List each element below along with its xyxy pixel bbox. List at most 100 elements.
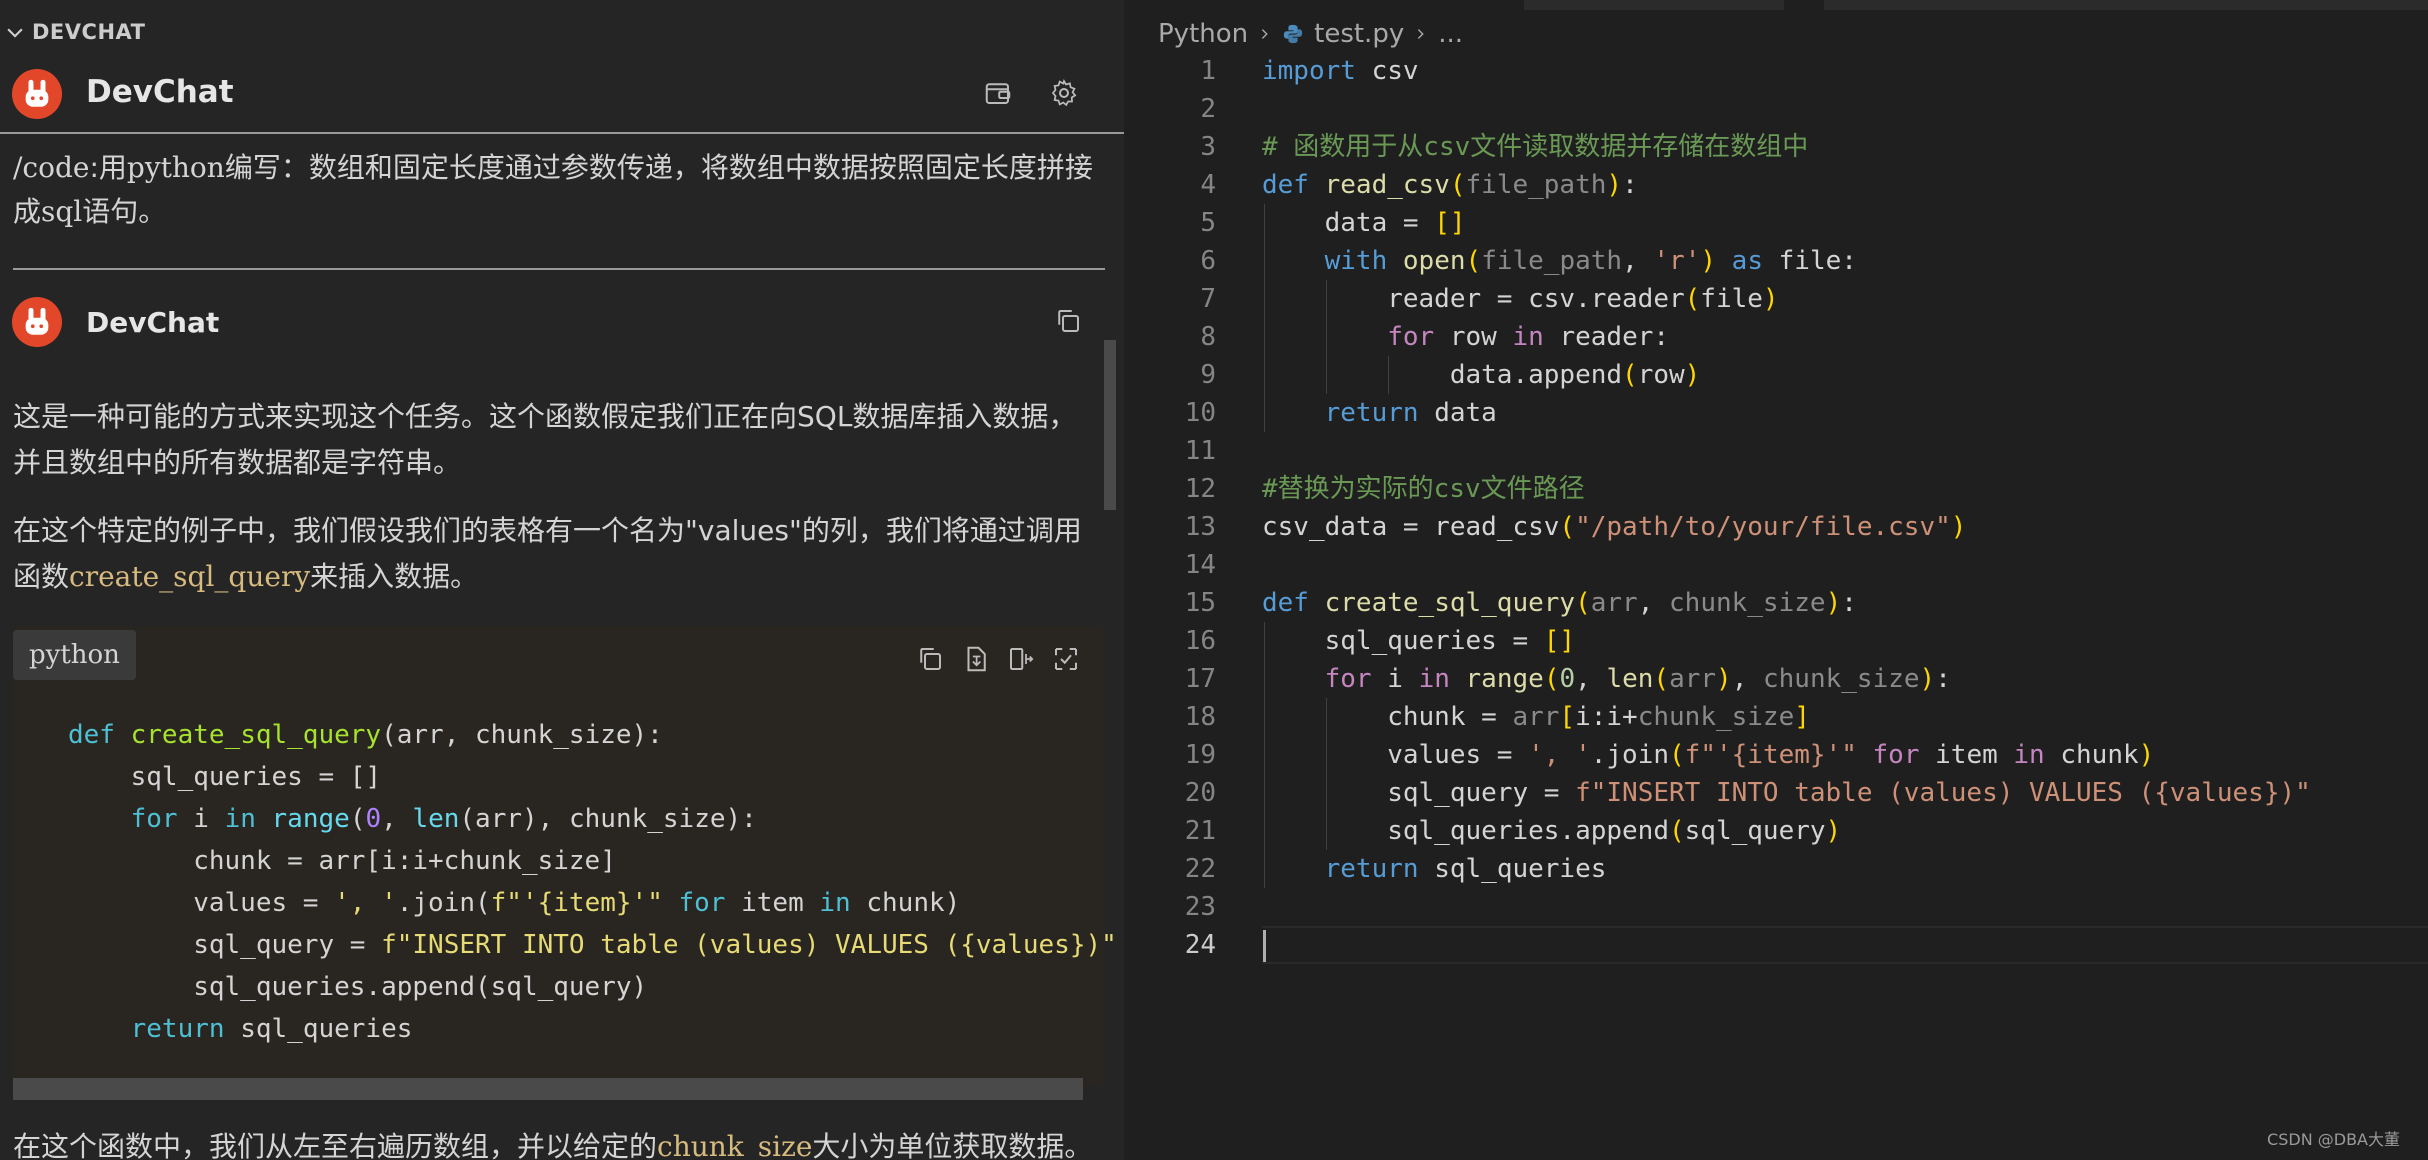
editor-line[interactable]: def create_sql_query(arr, chunk_size): bbox=[1262, 584, 2311, 622]
horizontal-scrollbar[interactable] bbox=[13, 1078, 1083, 1100]
editor-line[interactable]: sql_queries.append(sql_query) bbox=[1262, 812, 2311, 850]
editor-line[interactable]: #替换为实际的csv文件路径 bbox=[1262, 470, 2311, 508]
header-title: DevChat bbox=[86, 74, 234, 110]
editor-line[interactable]: data.append(row) bbox=[1262, 356, 2311, 394]
editor-line[interactable]: reader = csv.reader(file) bbox=[1262, 280, 2311, 318]
devchat-avatar bbox=[12, 69, 62, 119]
breadcrumb-item-more[interactable]: ... bbox=[1438, 19, 1463, 49]
para-text: 在这个函数中，我们从左至右遍历数组，并以给定的 bbox=[13, 1130, 658, 1160]
message-text: sql bbox=[41, 195, 83, 228]
line-number: 21 bbox=[1184, 816, 1216, 846]
editor-line[interactable]: return sql_queries bbox=[1262, 850, 2311, 888]
line-number: 20 bbox=[1184, 778, 1216, 808]
editor-line[interactable]: values = ', '.join(f"'{item}'" for item … bbox=[1262, 736, 2311, 774]
chevron-right-icon bbox=[1262, 29, 1268, 39]
code-line: def create_sql_query(arr, chunk_size): bbox=[68, 720, 663, 750]
inline-code: create_sql_query bbox=[69, 560, 311, 593]
code-line: for i in range(0, len(arr), chunk_size): bbox=[130, 804, 757, 834]
line-number-gutter[interactable]: 1 2 3 4 5 6 7 8 9 10 11 12 13 14 15 16 17 18 19 20 21 22 23 24 bbox=[1124, 52, 1216, 964]
editor-line[interactable]: for row in reader: bbox=[1262, 318, 2311, 356]
line-number: 5 bbox=[1200, 208, 1216, 238]
line-number: 2 bbox=[1200, 94, 1216, 124]
code-editor[interactable]: Python test.py ... 1 2 3 4 5 6 7 8 9 10 11 12 13 14 15… bbox=[1124, 0, 2428, 1160]
text-cursor bbox=[1263, 930, 1266, 962]
editor-line[interactable]: sql_query = f"INSERT INTO table (values)… bbox=[1262, 774, 2311, 812]
editor-line[interactable]: with open(file_path, 'r') as file: bbox=[1262, 242, 2311, 280]
command-text: /code bbox=[13, 151, 90, 184]
line-number: 7 bbox=[1200, 284, 1216, 314]
message-text: python bbox=[126, 151, 225, 184]
chevron-right-icon bbox=[1418, 29, 1424, 39]
gear-icon[interactable] bbox=[1049, 78, 1079, 108]
reply-paragraph: 在这个特定的例子中，我们假设我们的表格有一个名为"values"的列，我们将通过… bbox=[13, 508, 1103, 600]
code-language-tag: python bbox=[13, 630, 136, 680]
line-number: 4 bbox=[1200, 170, 1216, 200]
line-number: 23 bbox=[1184, 892, 1216, 922]
header-divider bbox=[0, 132, 1124, 134]
vertical-scrollbar[interactable] bbox=[1104, 340, 1116, 510]
line-number: 3 bbox=[1200, 132, 1216, 162]
line-number: 6 bbox=[1200, 246, 1216, 276]
copy-icon[interactable] bbox=[1053, 306, 1083, 336]
editor-text-area[interactable]: import csv # 函数用于从csv文件读取数据并存储在数组中 def re… bbox=[1262, 52, 2311, 964]
code-block: python def create_sql_query(arr, chunk_s… bbox=[13, 626, 1117, 1100]
para-text: 大小为单位获取数据。 bbox=[812, 1130, 1093, 1160]
insert-file-icon[interactable] bbox=[961, 644, 991, 674]
rabbit-logo-icon bbox=[25, 79, 49, 107]
editor-line[interactable]: import csv bbox=[1262, 52, 2311, 90]
breadcrumb: Python test.py ... bbox=[1158, 16, 1463, 52]
editor-line[interactable]: # 函数用于从csv文件读取数据并存储在数组中 bbox=[1262, 128, 2311, 166]
code-line: values = ', '.join(f"'{item}'" for item … bbox=[68, 888, 961, 918]
line-number: 17 bbox=[1184, 664, 1216, 694]
editor-line[interactable]: return data bbox=[1262, 394, 2311, 432]
user-message: /code:用python编写：数组和固定长度通过参数传递，将数组中数据按照固定… bbox=[13, 146, 1099, 234]
line-number: 12 bbox=[1184, 474, 1216, 504]
line-number: 8 bbox=[1200, 322, 1216, 352]
rabbit-logo-icon bbox=[25, 307, 49, 335]
code-line: chunk = arr[i:i+chunk_size] bbox=[68, 846, 616, 876]
tab-bar-strip bbox=[1524, 0, 1784, 10]
devchat-avatar bbox=[12, 297, 62, 347]
line-number: 13 bbox=[1184, 512, 1216, 542]
line-number: 11 bbox=[1184, 436, 1216, 466]
editor-line[interactable]: data = [] bbox=[1262, 204, 2311, 242]
message-divider bbox=[13, 268, 1105, 270]
editor-line[interactable] bbox=[1262, 926, 2311, 964]
code-line: sql_query = f"INSERT INTO table (values)… bbox=[68, 930, 1117, 960]
chevron-down-icon[interactable] bbox=[4, 21, 26, 43]
editor-line[interactable]: sql_queries = [] bbox=[1262, 622, 2311, 660]
line-number: 22 bbox=[1184, 854, 1216, 884]
apply-code-icon[interactable] bbox=[1051, 644, 1081, 674]
line-number: 10 bbox=[1184, 398, 1216, 428]
editor-line[interactable] bbox=[1262, 90, 2311, 128]
devchat-section-header[interactable]: DEVCHAT bbox=[0, 14, 145, 50]
diff-icon[interactable] bbox=[1006, 644, 1036, 674]
line-number: 24 bbox=[1184, 930, 1216, 960]
reply-author: DevChat bbox=[86, 306, 220, 339]
inline-code: chunk_size bbox=[657, 1130, 813, 1160]
reply-paragraph: 在这个函数中，我们从左至右遍历数组，并以给定的chunk_size大小为单位获取… bbox=[13, 1124, 1092, 1160]
breadcrumb-item-file[interactable]: test.py bbox=[1314, 19, 1404, 49]
line-number: 18 bbox=[1184, 702, 1216, 732]
tab-bar-strip bbox=[1824, 0, 2428, 10]
editor-line[interactable]: def read_csv(file_path): bbox=[1262, 166, 2311, 204]
wallet-icon[interactable] bbox=[983, 78, 1013, 108]
editor-line[interactable]: csv_data = read_csv("/path/to/your/file.… bbox=[1262, 508, 2311, 546]
message-text: :用 bbox=[89, 151, 127, 184]
copy-code-icon[interactable] bbox=[915, 644, 945, 674]
editor-line[interactable] bbox=[1262, 432, 2311, 470]
para-text: 来插入数据。 bbox=[310, 560, 479, 593]
code-line: return sql_queries bbox=[130, 1014, 413, 1044]
section-title: DEVCHAT bbox=[32, 20, 146, 44]
code-block-content: def create_sql_query(arr, chunk_size): s… bbox=[68, 714, 1117, 1050]
editor-line[interactable]: chunk = arr[i:i+chunk_size] bbox=[1262, 698, 2311, 736]
editor-line[interactable] bbox=[1262, 546, 2311, 584]
line-number: 14 bbox=[1184, 550, 1216, 580]
breadcrumb-item-python[interactable]: Python bbox=[1158, 19, 1248, 49]
editor-line[interactable] bbox=[1262, 888, 2311, 926]
reply-paragraph: 这是一种可能的方式来实现这个任务。这个函数假定我们正在向SQL数据库插入数据，并… bbox=[13, 400, 1077, 479]
devchat-panel: DEVCHAT DevChat /code:用python编写：数组和固定长度通… bbox=[0, 0, 1124, 1160]
code-line: sql_queries = [] bbox=[68, 762, 382, 792]
python-file-icon bbox=[1283, 24, 1303, 44]
editor-line[interactable]: for i in range(0, len(arr), chunk_size): bbox=[1262, 660, 2311, 698]
